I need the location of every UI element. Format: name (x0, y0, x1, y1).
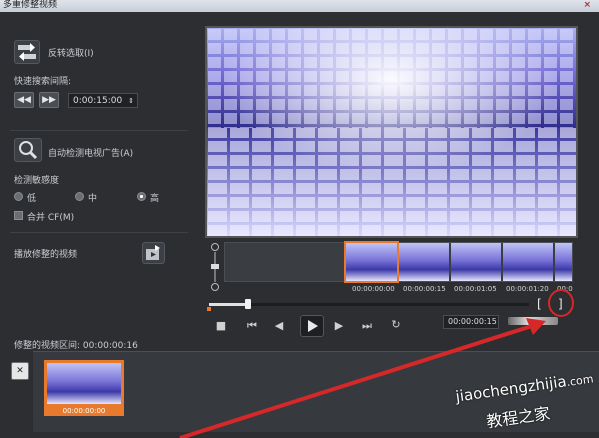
annotation-arrow (179, 318, 546, 438)
